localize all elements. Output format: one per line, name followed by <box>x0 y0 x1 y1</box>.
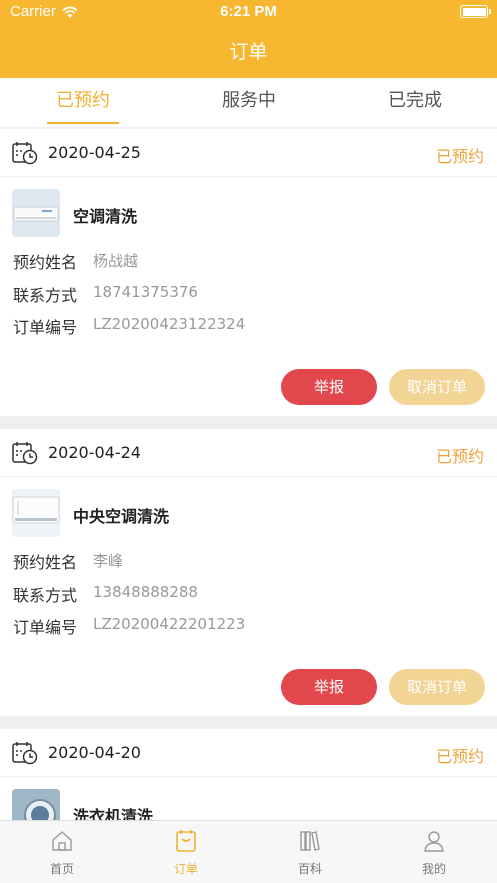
order-number-label: 订单编号 <box>13 618 78 637</box>
order-card-header: 2020-04-20 已预约 <box>0 729 497 777</box>
battery-icon <box>460 5 491 18</box>
tabbar-label: 百科 <box>297 862 322 876</box>
tabbar-item-profile[interactable]: 我的 <box>372 821 496 883</box>
order-status: 已预约 <box>435 447 484 466</box>
calendar-clock-icon <box>12 742 38 765</box>
calendar-clock-icon <box>12 142 38 165</box>
cancel-order-button[interactable]: 取消订单 <box>389 669 485 705</box>
customer-name-value: 杨战越 <box>93 252 139 270</box>
header: Carrier 6:21 PM 订单 <box>0 0 497 78</box>
tabbar-label: 我的 <box>421 862 446 876</box>
customer-name-label: 预约姓名 <box>13 553 78 572</box>
service-name: 洗衣机清洗 <box>73 807 154 820</box>
customer-name-label: 预约姓名 <box>13 253 78 272</box>
order-tabs: 已预约 服务中 已完成 <box>0 78 497 128</box>
order-card-header: 2020-04-25 已预约 <box>0 129 497 177</box>
order-icon <box>176 830 196 852</box>
order-card: 2020-04-25 已预约 空调清洗 预约姓名 杨战越 联系方式 187413… <box>0 129 497 416</box>
order-card: 2020-04-20 已预约 洗衣机清洗 <box>0 729 497 820</box>
home-icon <box>52 831 72 851</box>
order-number-value: LZ20200423122324 <box>93 315 246 333</box>
report-button[interactable]: 举报 <box>281 669 377 705</box>
service-thumbnail <box>12 789 60 820</box>
cancel-order-button[interactable]: 取消订单 <box>389 369 485 405</box>
order-card: 2020-04-24 已预约 中央空调清洗 预约姓名 李峰 联系方式 13848… <box>0 429 497 716</box>
tabbar-item-encyclopedia[interactable]: 百科 <box>248 821 372 883</box>
contact-value: 18741375376 <box>93 283 198 301</box>
status-bar: Carrier 6:21 PM <box>0 0 497 26</box>
contact-label: 联系方式 <box>13 286 78 305</box>
customer-name-value: 李峰 <box>93 552 124 570</box>
tabbar-label: 首页 <box>49 862 74 876</box>
tab-in-service[interactable]: 服务中 <box>166 78 332 128</box>
service-name: 空调清洗 <box>73 207 138 226</box>
page-title: 订单 <box>229 41 268 63</box>
contact-label: 联系方式 <box>13 586 78 605</box>
bottom-tab-bar: 首页 订单 百科 我的 <box>0 820 497 883</box>
order-date: 2020-04-24 <box>48 443 141 462</box>
order-status: 已预约 <box>435 747 484 766</box>
clock: 6:21 PM <box>220 3 277 20</box>
tabbar-label: 订单 <box>173 862 198 876</box>
service-thumbnail <box>12 489 60 537</box>
tabbar-item-home[interactable]: 首页 <box>0 821 124 883</box>
order-number-value: LZ20200422201223 <box>93 615 246 633</box>
order-date: 2020-04-20 <box>48 743 141 762</box>
order-card-header: 2020-04-24 已预约 <box>0 429 497 477</box>
order-status: 已预约 <box>435 147 484 166</box>
service-name: 中央空调清洗 <box>73 507 170 526</box>
tab-completed[interactable]: 已完成 <box>332 78 497 128</box>
profile-icon <box>424 831 444 852</box>
calendar-clock-icon <box>12 442 38 465</box>
contact-value: 13848888288 <box>93 583 198 601</box>
active-tab-indicator <box>47 122 119 124</box>
tabbar-item-orders[interactable]: 订单 <box>124 821 248 883</box>
order-number-label: 订单编号 <box>13 318 78 337</box>
books-icon <box>300 831 320 851</box>
service-thumbnail <box>12 189 60 237</box>
tab-booked[interactable]: 已预约 <box>0 78 166 128</box>
order-date: 2020-04-25 <box>48 143 141 162</box>
report-button[interactable]: 举报 <box>281 369 377 405</box>
